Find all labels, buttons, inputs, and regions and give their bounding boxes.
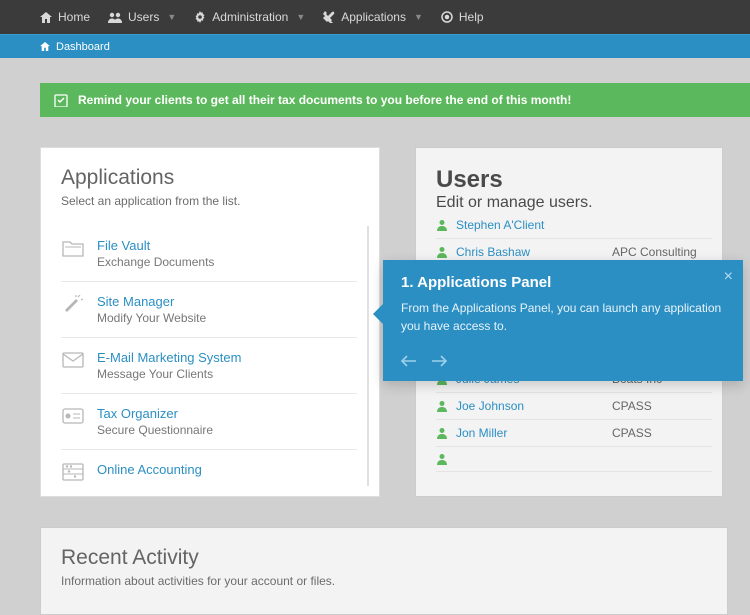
recent-activity-panel: Recent Activity Information about activi… [40,527,728,615]
nav-admin[interactable]: Administration ▼ [194,10,305,24]
nav-help-label: Help [459,10,484,24]
breadcrumb-label[interactable]: Dashboard [56,41,110,53]
app-title[interactable]: File Vault [97,238,214,253]
nav-home[interactable]: Home [40,10,90,24]
nav-admin-label: Administration [212,10,288,24]
chevron-down-icon: ▼ [296,12,305,22]
chevron-down-icon: ▼ [167,12,176,22]
card-icon [61,406,85,426]
user-icon [436,400,456,412]
user-row[interactable]: Stephen A'Client [436,212,712,239]
users-icon [108,12,122,23]
wand-icon [61,294,85,314]
user-row[interactable]: Jon MillerCPASS [436,420,712,447]
app-desc: Modify Your Website [97,311,206,325]
checklist-icon [54,93,68,107]
tour-body: From the Applications Panel, you can lau… [401,299,725,335]
nav-help[interactable]: Help [441,10,484,24]
app-title[interactable]: Online Accounting [97,462,202,477]
app-item-email-marketing[interactable]: E-Mail Marketing System Message Your Cli… [61,338,357,394]
envelope-icon [61,350,85,370]
app-desc: Exchange Documents [97,255,214,269]
alert-banner: Remind your clients to get all their tax… [40,83,750,117]
users-subtitle: Edit or manage users. [436,194,712,212]
abacus-icon [61,462,85,482]
user-icon [436,246,456,258]
app-desc: Message Your Clients [97,367,241,381]
applications-list: File Vault Exchange Documents Site Manag… [61,226,369,486]
app-desc: Secure Questionnaire [97,423,213,437]
app-title[interactable]: Site Manager [97,294,206,309]
users-title: Users [436,166,712,194]
tour-prev[interactable] [401,355,417,367]
gear-icon [194,11,206,23]
user-name[interactable]: Stephen A'Client [456,218,612,232]
app-item-file-vault[interactable]: File Vault Exchange Documents [61,226,357,282]
breadcrumb: Dashboard [0,34,750,58]
alert-text: Remind your clients to get all their tax… [78,93,571,107]
user-name[interactable]: Joe Johnson [456,399,612,413]
top-nav: Home Users ▼ Administration ▼ Applicatio… [0,0,750,34]
app-item-tax-organizer[interactable]: Tax Organizer Secure Questionnaire [61,394,357,450]
user-name[interactable]: Chris Bashaw [456,245,612,259]
applications-title: Applications [61,166,369,190]
user-row[interactable]: Joe JohnsonCPASS [436,393,712,420]
app-item-online-accounting[interactable]: Online Accounting [61,450,357,486]
help-icon [441,11,453,23]
home-icon [40,12,52,23]
nav-apps[interactable]: Applications ▼ [323,10,423,24]
user-org: CPASS [612,399,712,413]
user-name[interactable]: Jon Miller [456,426,612,440]
app-title[interactable]: E-Mail Marketing System [97,350,241,365]
tour-next[interactable] [431,355,447,367]
nav-home-label: Home [58,10,90,24]
nav-apps-label: Applications [341,10,406,24]
nav-users[interactable]: Users ▼ [108,10,176,24]
tools-icon [323,11,335,23]
user-icon [436,453,456,465]
recent-subtitle: Information about activities for your ac… [61,574,707,588]
tour-popover: × 1. Applications Panel From the Applica… [383,260,743,381]
user-org: APC Consulting [612,245,712,259]
nav-users-label: Users [128,10,159,24]
app-item-site-manager[interactable]: Site Manager Modify Your Website [61,282,357,338]
applications-panel: Applications Select an application from … [40,147,380,497]
folder-icon [61,238,85,258]
chevron-down-icon: ▼ [414,12,423,22]
close-icon[interactable]: × [724,268,733,286]
applications-subtitle: Select an application from the list. [61,194,369,208]
user-icon [436,427,456,439]
user-icon [436,219,456,231]
user-org: CPASS [612,426,712,440]
recent-title: Recent Activity [61,546,707,570]
user-row[interactable] [436,447,712,472]
app-title[interactable]: Tax Organizer [97,406,213,421]
home-icon [40,42,50,51]
tour-title: 1. Applications Panel [401,274,725,291]
